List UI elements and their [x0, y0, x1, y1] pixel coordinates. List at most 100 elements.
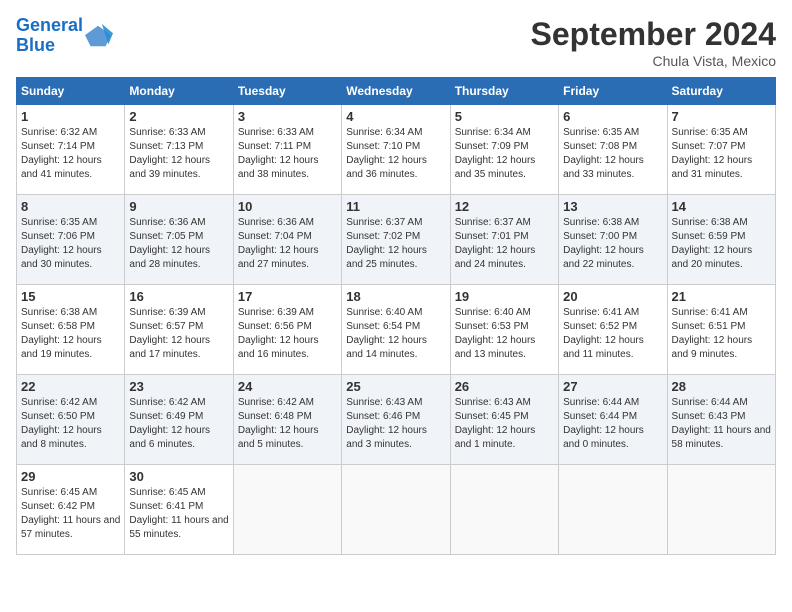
calendar-cell: 24 Sunrise: 6:42 AMSunset: 6:48 PMDayligh…	[233, 375, 341, 465]
day-number: 30	[129, 469, 228, 484]
day-info: Sunrise: 6:41 AMSunset: 6:51 PMDaylight:…	[672, 306, 771, 362]
logo: General Blue	[16, 16, 113, 56]
calendar-cell	[342, 465, 450, 555]
calendar-cell: 23 Sunrise: 6:42 AMSunset: 6:49 PMDayligh…	[125, 375, 233, 465]
calendar-cell: 18Sunrise: 6:40 AMSunset: 6:54 PMDayligh…	[342, 285, 450, 375]
weekday-header-friday: Friday	[559, 78, 667, 105]
day-number: 27	[563, 379, 662, 394]
day-number: 16	[129, 289, 228, 304]
logo-icon	[85, 22, 113, 50]
weekday-header-tuesday: Tuesday	[233, 78, 341, 105]
calendar-cell: 21 Sunrise: 6:41 AMSunset: 6:51 PMDayligh…	[667, 285, 775, 375]
day-info: Sunrise: 6:34 AMSunset: 7:10 PMDaylight:…	[346, 126, 445, 182]
day-number: 20	[563, 289, 662, 304]
calendar-cell: 6Sunrise: 6:35 AMSunset: 7:08 PMDaylight…	[559, 105, 667, 195]
day-number: 8	[21, 199, 120, 214]
calendar-cell: 22 Sunrise: 6:42 AMSunset: 6:50 PMDayligh…	[17, 375, 125, 465]
calendar-cell: 13 Sunrise: 6:38 AMSunset: 7:00 PMDayligh…	[559, 195, 667, 285]
calendar-cell: 27 Sunrise: 6:44 AMSunset: 6:44 PMDayligh…	[559, 375, 667, 465]
week-row-1: 1 Sunrise: 6:32 AMSunset: 7:14 PMDaylight…	[17, 105, 776, 195]
day-number: 15	[21, 289, 120, 304]
day-info: Sunrise: 6:41 AMSunset: 6:52 PMDaylight:…	[563, 306, 662, 362]
day-number: 13	[563, 199, 662, 214]
day-number: 3	[238, 109, 337, 124]
calendar-cell	[559, 465, 667, 555]
weekday-header-sunday: Sunday	[17, 78, 125, 105]
week-row-2: 8 Sunrise: 6:35 AMSunset: 7:06 PMDaylight…	[17, 195, 776, 285]
calendar-cell: 17 Sunrise: 6:39 AMSunset: 6:56 PMDayligh…	[233, 285, 341, 375]
day-info: Sunrise: 6:36 AMSunset: 7:04 PMDaylight:…	[238, 216, 337, 272]
month-title: September 2024	[531, 16, 776, 53]
weekday-header-row: SundayMondayTuesdayWednesdayThursdayFrid…	[17, 78, 776, 105]
day-number: 2	[129, 109, 228, 124]
day-info: Sunrise: 6:45 AMSunset: 6:42 PMDaylight:…	[21, 486, 120, 542]
calendar-cell	[233, 465, 341, 555]
calendar-cell	[450, 465, 558, 555]
day-info: Sunrise: 6:43 AMSunset: 6:45 PMDaylight:…	[455, 396, 554, 452]
calendar-cell	[667, 465, 775, 555]
day-info: Sunrise: 6:37 AMSunset: 7:02 PMDaylight:…	[346, 216, 445, 272]
day-info: Sunrise: 6:39 AMSunset: 6:56 PMDaylight:…	[238, 306, 337, 362]
calendar-cell: 10 Sunrise: 6:36 AMSunset: 7:04 PMDayligh…	[233, 195, 341, 285]
weekday-header-monday: Monday	[125, 78, 233, 105]
day-number: 22	[21, 379, 120, 394]
day-info: Sunrise: 6:40 AMSunset: 6:53 PMDaylight:…	[455, 306, 554, 362]
day-number: 12	[455, 199, 554, 214]
calendar-cell: 5Sunrise: 6:34 AMSunset: 7:09 PMDaylight…	[450, 105, 558, 195]
day-info: Sunrise: 6:35 AMSunset: 7:06 PMDaylight:…	[21, 216, 120, 272]
day-info: Sunrise: 6:42 AMSunset: 6:49 PMDaylight:…	[129, 396, 228, 452]
day-number: 24	[238, 379, 337, 394]
weekday-header-wednesday: Wednesday	[342, 78, 450, 105]
day-info: Sunrise: 6:39 AMSunset: 6:57 PMDaylight:…	[129, 306, 228, 362]
week-row-3: 15 Sunrise: 6:38 AMSunset: 6:58 PMDayligh…	[17, 285, 776, 375]
day-info: Sunrise: 6:45 AMSunset: 6:41 PMDaylight:…	[129, 486, 228, 542]
day-info: Sunrise: 6:36 AMSunset: 7:05 PMDaylight:…	[129, 216, 228, 272]
day-info: Sunrise: 6:43 AMSunset: 6:46 PMDaylight:…	[346, 396, 445, 452]
day-number: 17	[238, 289, 337, 304]
weekday-header-saturday: Saturday	[667, 78, 775, 105]
day-info: Sunrise: 6:38 AMSunset: 7:00 PMDaylight:…	[563, 216, 662, 272]
calendar-cell: 30 Sunrise: 6:45 AMSunset: 6:41 PMDayligh…	[125, 465, 233, 555]
day-number: 11	[346, 199, 445, 214]
day-number: 19	[455, 289, 554, 304]
weekday-header-thursday: Thursday	[450, 78, 558, 105]
day-number: 1	[21, 109, 120, 124]
day-number: 29	[21, 469, 120, 484]
day-info: Sunrise: 6:38 AMSunset: 6:59 PMDaylight:…	[672, 216, 771, 272]
day-number: 10	[238, 199, 337, 214]
calendar-cell: 11 Sunrise: 6:37 AMSunset: 7:02 PMDayligh…	[342, 195, 450, 285]
day-info: Sunrise: 6:33 AMSunset: 7:11 PMDaylight:…	[238, 126, 337, 182]
day-number: 28	[672, 379, 771, 394]
calendar-cell: 7Sunrise: 6:35 AMSunset: 7:07 PMDaylight…	[667, 105, 775, 195]
day-info: Sunrise: 6:42 AMSunset: 6:48 PMDaylight:…	[238, 396, 337, 452]
day-number: 14	[672, 199, 771, 214]
day-info: Sunrise: 6:42 AMSunset: 6:50 PMDaylight:…	[21, 396, 120, 452]
day-number: 25	[346, 379, 445, 394]
day-number: 6	[563, 109, 662, 124]
calendar-cell: 15 Sunrise: 6:38 AMSunset: 6:58 PMDayligh…	[17, 285, 125, 375]
day-number: 21	[672, 289, 771, 304]
day-info: Sunrise: 6:32 AMSunset: 7:14 PMDaylight:…	[21, 126, 120, 182]
day-info: Sunrise: 6:40 AMSunset: 6:54 PMDaylight:…	[346, 306, 445, 362]
day-info: Sunrise: 6:33 AMSunset: 7:13 PMDaylight:…	[129, 126, 228, 182]
logo-text: General Blue	[16, 16, 83, 56]
day-info: Sunrise: 6:38 AMSunset: 6:58 PMDaylight:…	[21, 306, 120, 362]
day-info: Sunrise: 6:44 AMSunset: 6:44 PMDaylight:…	[563, 396, 662, 452]
calendar-cell: 9 Sunrise: 6:36 AMSunset: 7:05 PMDaylight…	[125, 195, 233, 285]
day-info: Sunrise: 6:37 AMSunset: 7:01 PMDaylight:…	[455, 216, 554, 272]
day-number: 23	[129, 379, 228, 394]
calendar-cell: 14 Sunrise: 6:38 AMSunset: 6:59 PMDayligh…	[667, 195, 775, 285]
calendar-cell: 3 Sunrise: 6:33 AMSunset: 7:11 PMDaylight…	[233, 105, 341, 195]
day-number: 5	[455, 109, 554, 124]
calendar-cell: 19 Sunrise: 6:40 AMSunset: 6:53 PMDayligh…	[450, 285, 558, 375]
day-number: 9	[129, 199, 228, 214]
calendar: SundayMondayTuesdayWednesdayThursdayFrid…	[16, 77, 776, 555]
location: Chula Vista, Mexico	[531, 53, 776, 69]
calendar-cell: 26 Sunrise: 6:43 AMSunset: 6:45 PMDayligh…	[450, 375, 558, 465]
calendar-cell: 4Sunrise: 6:34 AMSunset: 7:10 PMDaylight…	[342, 105, 450, 195]
title-area: September 2024 Chula Vista, Mexico	[531, 16, 776, 69]
day-number: 26	[455, 379, 554, 394]
calendar-cell: 16 Sunrise: 6:39 AMSunset: 6:57 PMDayligh…	[125, 285, 233, 375]
calendar-cell: 25 Sunrise: 6:43 AMSunset: 6:46 PMDayligh…	[342, 375, 450, 465]
week-row-4: 22 Sunrise: 6:42 AMSunset: 6:50 PMDayligh…	[17, 375, 776, 465]
